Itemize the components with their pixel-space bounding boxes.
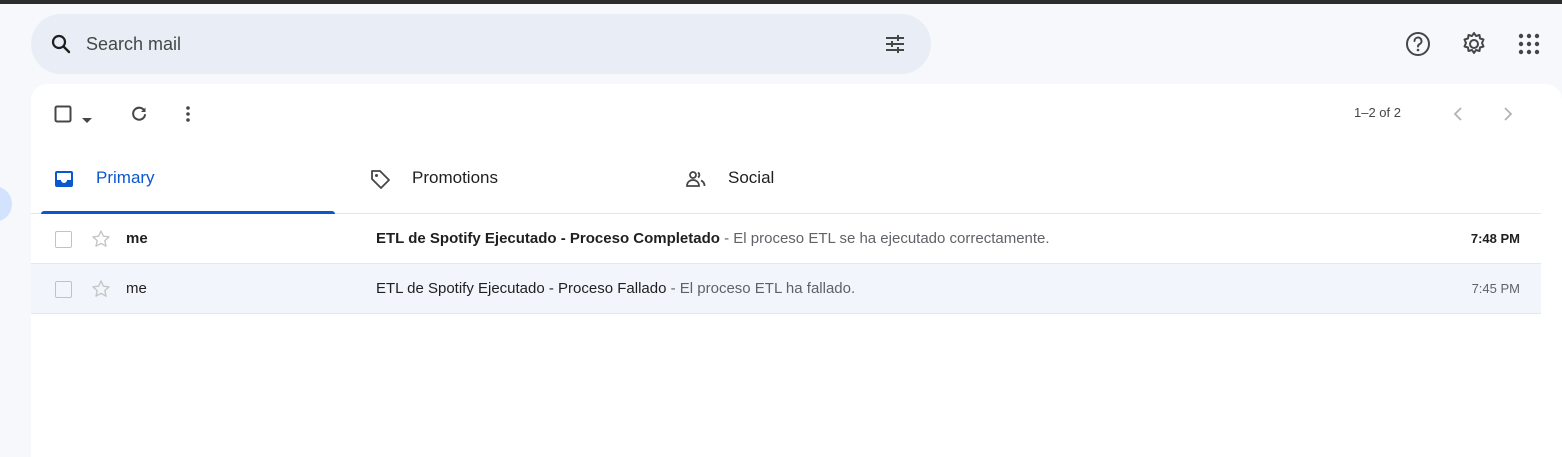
- email-subject: ETL de Spotify Ejecutado - Proceso Compl…: [376, 230, 720, 247]
- pagination-count: 1–2 of 2: [1354, 105, 1401, 120]
- sidebar-active-indicator: [0, 186, 12, 222]
- tab-primary-label: Primary: [96, 168, 155, 187]
- star-icon[interactable]: [91, 279, 111, 299]
- inbox-panel: 1–2 of 2 Primary Promotions Social me ET…: [31, 84, 1562, 457]
- select-dropdown-icon[interactable]: [82, 111, 92, 129]
- email-content: ETL de Spotify Ejecutado - Proceso Falla…: [376, 280, 855, 297]
- email-time: 7:48 PM: [1470, 231, 1520, 246]
- tab-social[interactable]: Social: [661, 144, 981, 214]
- email-content: ETL de Spotify Ejecutado - Proceso Compl…: [376, 230, 1050, 247]
- search-icon[interactable]: [49, 32, 73, 56]
- more-options-icon[interactable]: [185, 105, 191, 128]
- row-checkbox[interactable]: [55, 231, 72, 248]
- email-time: 7:45 PM: [1471, 281, 1520, 296]
- email-row[interactable]: me ETL de Spotify Ejecutado - Proceso Co…: [31, 214, 1541, 264]
- tab-promotions[interactable]: Promotions: [345, 144, 661, 214]
- email-sender: me: [126, 230, 148, 247]
- email-sender: me: [126, 280, 147, 297]
- refresh-icon[interactable]: [130, 105, 148, 128]
- apps-grid-icon[interactable]: [1515, 30, 1543, 58]
- select-all-checkbox[interactable]: [54, 105, 72, 128]
- row-checkbox[interactable]: [55, 281, 72, 298]
- search-options-icon[interactable]: [883, 32, 907, 56]
- settings-icon[interactable]: [1460, 30, 1488, 58]
- prev-page-icon[interactable]: [1453, 106, 1463, 127]
- help-icon[interactable]: [1404, 30, 1432, 58]
- tab-primary[interactable]: Primary: [31, 144, 345, 214]
- email-snippet: - El proceso ETL ha fallado.: [666, 280, 856, 297]
- search-input[interactable]: [86, 30, 846, 58]
- next-page-icon[interactable]: [1503, 106, 1513, 127]
- email-list: me ETL de Spotify Ejecutado - Proceso Co…: [31, 214, 1541, 314]
- search-bar[interactable]: [31, 14, 931, 74]
- people-icon: [685, 168, 707, 190]
- window-top-border: [0, 0, 1562, 4]
- category-tabs: Primary Promotions Social: [31, 144, 1541, 214]
- tab-promotions-label: Promotions: [412, 168, 498, 187]
- email-snippet: - El proceso ETL se ha ejecutado correct…: [719, 230, 1050, 247]
- email-subject: ETL de Spotify Ejecutado - Proceso Falla…: [376, 280, 667, 297]
- tab-social-label: Social: [728, 168, 775, 187]
- email-row[interactable]: me ETL de Spotify Ejecutado - Proceso Fa…: [31, 264, 1541, 314]
- star-icon[interactable]: [91, 229, 111, 249]
- inbox-icon: [53, 168, 75, 190]
- tag-icon: [369, 168, 391, 190]
